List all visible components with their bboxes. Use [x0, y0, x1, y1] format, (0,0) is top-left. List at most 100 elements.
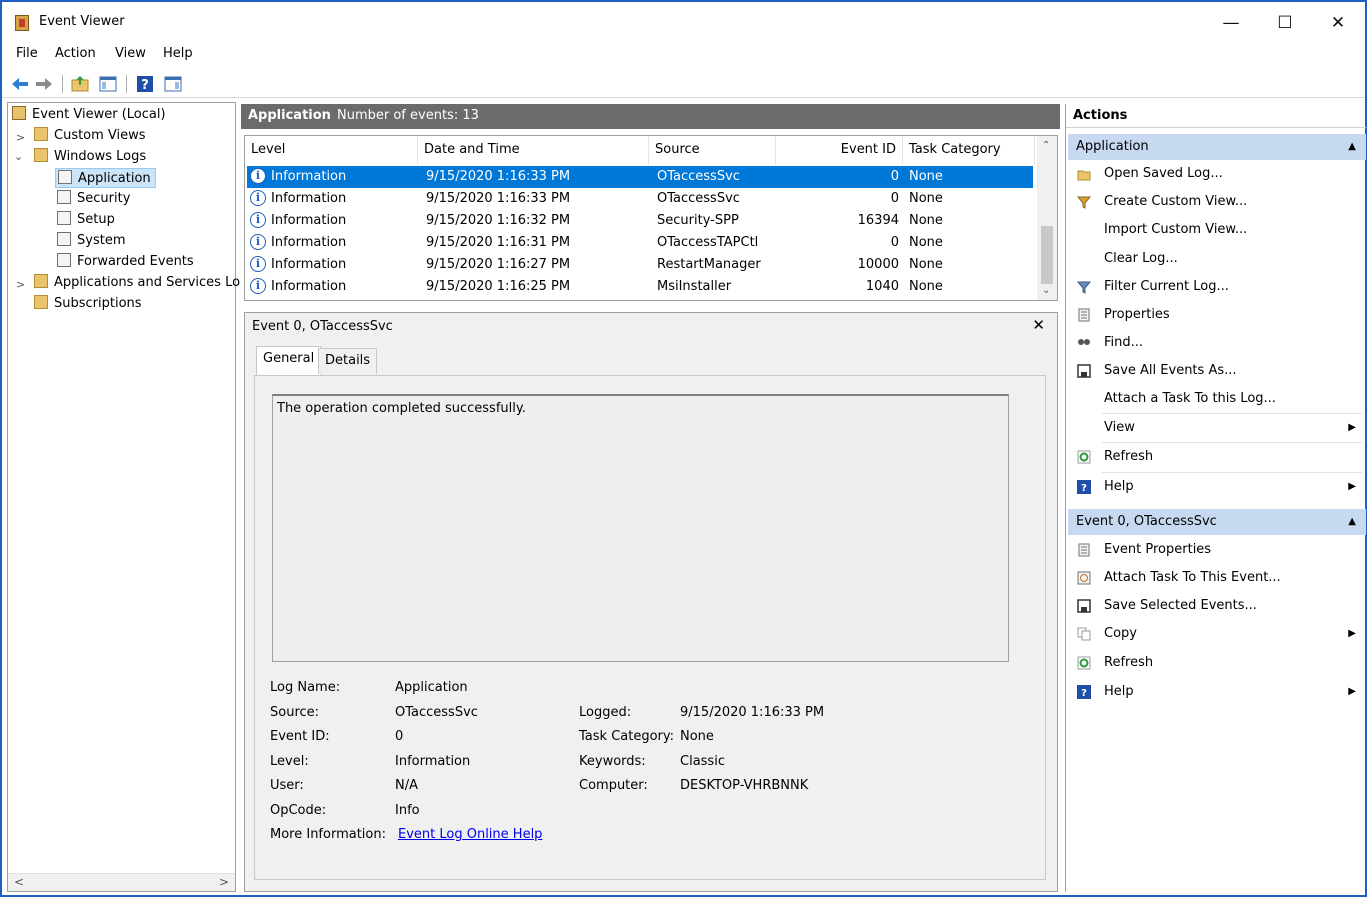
action-refresh-event[interactable]: Refresh [1066, 649, 1364, 677]
tree-item-applications-and-services[interactable]: Applications and Services Lo [34, 273, 240, 293]
value-source: OTaccessSvc [395, 705, 478, 720]
actions-group-application[interactable]: Application ▲ [1068, 134, 1366, 160]
action-help[interactable]: ? Help ▶ [1066, 473, 1364, 501]
action-properties[interactable]: Properties [1066, 301, 1364, 329]
menu-action[interactable]: Action [55, 46, 96, 61]
menu-view[interactable]: View [115, 46, 146, 61]
collapse-arrow-icon[interactable]: ▲ [1348, 516, 1356, 527]
chevron-right-icon[interactable]: > [16, 131, 25, 144]
tree-item-windows-logs[interactable]: Windows Logs [34, 147, 146, 167]
tree-label: Security [77, 191, 131, 206]
scroll-right-icon[interactable]: > [219, 875, 229, 889]
cell-event-id: 10000 [857, 257, 899, 272]
cell-event-id: 0 [890, 169, 899, 184]
column-header-task-category[interactable]: Task Category [903, 136, 1035, 164]
scroll-left-icon[interactable]: < [14, 875, 24, 889]
action-clear-log[interactable]: Clear Log... [1066, 245, 1364, 273]
submenu-arrow-icon: ▶ [1348, 481, 1356, 492]
action-open-saved-log[interactable]: Open Saved Log... [1066, 160, 1364, 188]
close-icon[interactable]: ✕ [1032, 316, 1045, 334]
scroll-down-icon[interactable]: ⌄ [1042, 285, 1050, 296]
action-event-properties[interactable]: Event Properties [1066, 536, 1364, 564]
minimize-button[interactable]: — [1208, 8, 1254, 38]
table-row[interactable]: i Information 9/15/2020 1:16:32 PM Security… [247, 210, 1033, 232]
event-log-online-help-link[interactable]: Event Log Online Help [398, 827, 542, 842]
collapse-arrow-icon[interactable]: ▲ [1348, 141, 1356, 152]
properties-icon [1077, 543, 1091, 557]
save-icon [1077, 599, 1091, 613]
action-label: Import Custom View... [1104, 222, 1248, 237]
column-header-date-time[interactable]: Date and Time [418, 136, 649, 164]
tree-horizontal-scrollbar[interactable]: < > [8, 873, 235, 891]
tree-item-forwarded-events[interactable]: Forwarded Events [57, 252, 194, 272]
show-hide-action-pane-icon[interactable] [163, 74, 183, 94]
cell-date-time: 9/15/2020 1:16:32 PM [426, 213, 571, 228]
log-icon [57, 232, 71, 246]
action-save-selected-events[interactable]: Save Selected Events... [1066, 592, 1364, 620]
menu-help[interactable]: Help [163, 46, 193, 61]
column-header-event-id[interactable]: Event ID [776, 136, 903, 164]
scroll-thumb[interactable] [1041, 226, 1053, 284]
tree-item-event-viewer-local[interactable]: Event Viewer (Local) [12, 105, 166, 125]
label-user: User: [270, 778, 304, 793]
tree-item-custom-views[interactable]: Custom Views [34, 126, 146, 146]
back-arrow-icon[interactable] [10, 74, 30, 94]
action-copy[interactable]: Copy ▶ [1066, 620, 1364, 648]
action-label: Create Custom View... [1104, 194, 1248, 209]
table-row[interactable]: i Information 9/15/2020 1:16:33 PM OTaccess… [247, 166, 1033, 188]
action-filter-current-log[interactable]: Filter Current Log... [1066, 273, 1364, 301]
chevron-right-icon[interactable]: > [16, 278, 25, 291]
maximize-button[interactable]: ☐ [1262, 8, 1308, 38]
tree-item-subscriptions[interactable]: Subscriptions [34, 294, 142, 314]
show-hide-console-tree-icon[interactable] [98, 74, 118, 94]
tab-general[interactable]: General [256, 346, 322, 376]
table-row[interactable]: i Information 9/15/2020 1:16:25 PM MsiInsta… [247, 276, 1033, 298]
event-description-box[interactable]: The operation completed successfully. [272, 394, 1009, 662]
value-event-id: 0 [395, 729, 404, 744]
actions-header: Actions [1066, 104, 1366, 128]
tree-item-system[interactable]: System [57, 231, 125, 251]
forward-arrow-icon[interactable] [34, 74, 54, 94]
console-tree: Event Viewer (Local) > Custom Views ⌄ Wi… [7, 102, 240, 892]
action-find[interactable]: Find... [1066, 329, 1364, 357]
tab-details[interactable]: Details [318, 348, 378, 374]
log-name: Application [248, 108, 331, 123]
action-import-custom-view[interactable]: Import Custom View... [1066, 216, 1364, 244]
tree-label: Windows Logs [54, 149, 147, 164]
column-header-source[interactable]: Source [649, 136, 776, 164]
cell-source: Security-SPP [657, 213, 739, 228]
action-attach-task-to-log[interactable]: Attach a Task To this Log... [1066, 385, 1364, 413]
action-create-custom-view[interactable]: Create Custom View... [1066, 188, 1364, 216]
cell-source: OTaccessSvc [657, 169, 740, 184]
toolbar-separator [126, 75, 127, 93]
action-refresh[interactable]: Refresh [1066, 443, 1364, 471]
tree-item-application[interactable]: Application [55, 168, 156, 188]
log-header: Application Number of events: 13 [241, 104, 1060, 129]
tree-item-setup[interactable]: Setup [57, 210, 115, 230]
cell-date-time: 9/15/2020 1:16:27 PM [426, 257, 571, 272]
log-icon [57, 211, 71, 225]
subscriptions-icon [34, 295, 48, 309]
binoculars-icon [1077, 336, 1091, 350]
menu-file[interactable]: File [16, 46, 38, 61]
table-row[interactable]: i Information 9/15/2020 1:16:31 PM OTaccess… [247, 232, 1033, 254]
tree-item-security[interactable]: Security [57, 189, 130, 209]
event-detail-pane: Event 0, OTaccessSvc ✕ General Details T… [244, 312, 1058, 892]
help-icon[interactable]: ? [135, 74, 155, 94]
close-button[interactable]: ✕ [1315, 8, 1361, 38]
cell-level: Information [271, 235, 347, 250]
scroll-up-icon[interactable]: ⌃ [1042, 140, 1050, 151]
action-help-event[interactable]: ? Help ▶ [1066, 678, 1364, 706]
grid-vertical-scrollbar[interactable]: ⌃ ⌄ [1037, 136, 1057, 300]
table-row[interactable]: i Information 9/15/2020 1:16:33 PM OTaccess… [247, 188, 1033, 210]
action-save-all-events-as[interactable]: Save All Events As... [1066, 357, 1364, 385]
window-title: Event Viewer [39, 14, 125, 29]
column-header-level[interactable]: Level [245, 136, 418, 164]
table-row[interactable]: i Information 9/15/2020 1:16:27 PM RestartM… [247, 254, 1033, 276]
action-view[interactable]: View ▶ [1066, 414, 1364, 442]
up-folder-icon[interactable] [70, 74, 90, 94]
chevron-down-icon[interactable]: ⌄ [14, 150, 23, 163]
actions-group-event[interactable]: Event 0, OTaccessSvc ▲ [1068, 509, 1366, 535]
value-opcode: Info [395, 803, 420, 818]
action-attach-task-to-event[interactable]: Attach Task To This Event... [1066, 564, 1364, 592]
